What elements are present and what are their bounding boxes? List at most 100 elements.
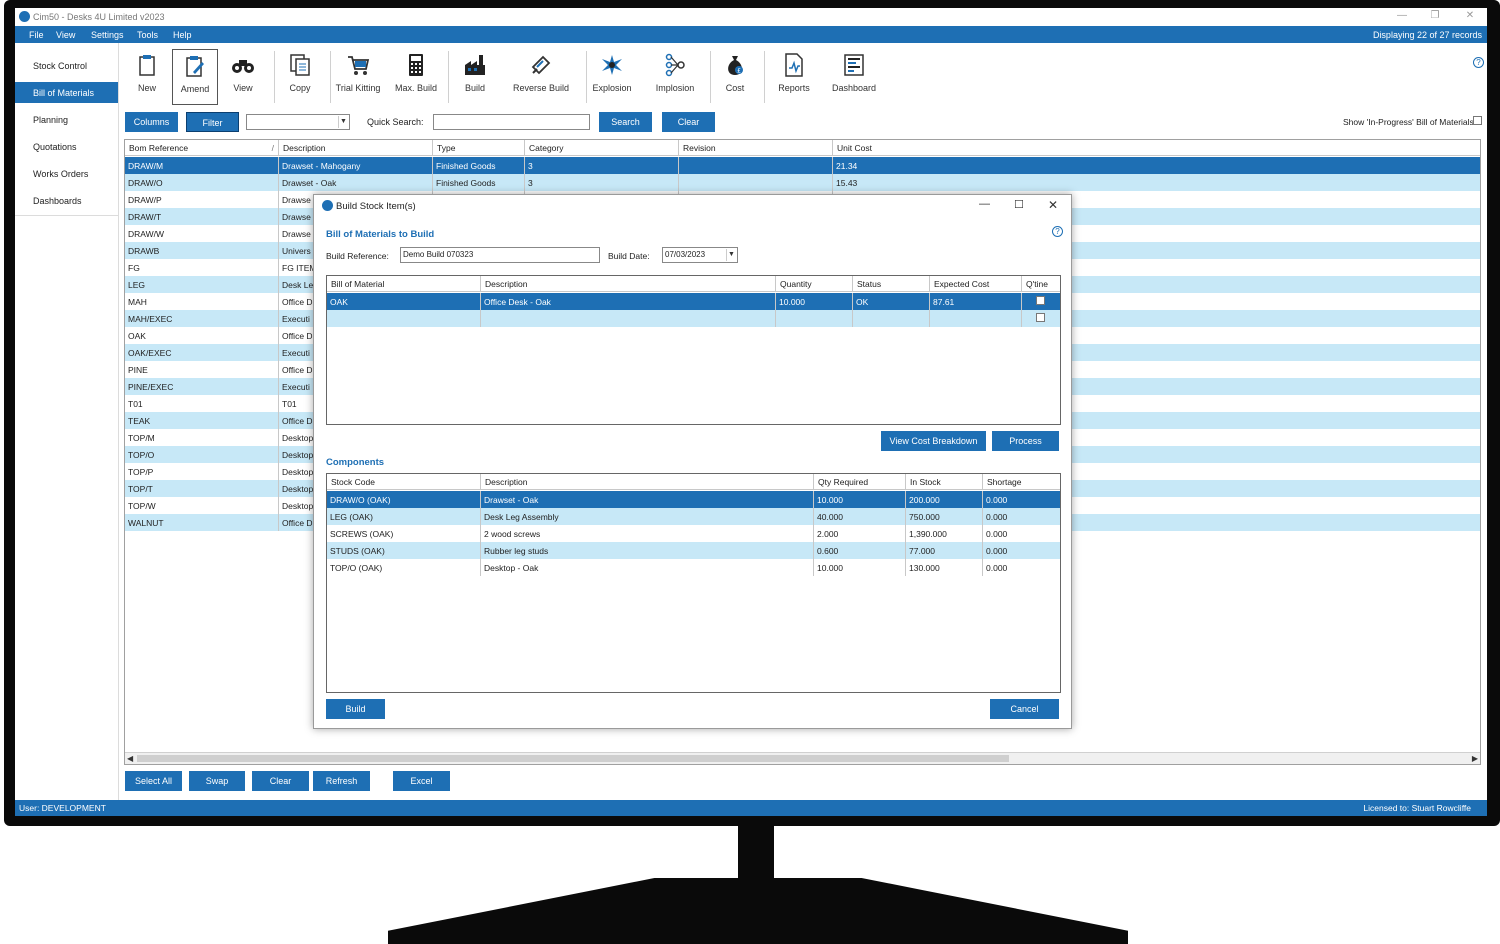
- table-row[interactable]: DRAW/O Drawset - Oak Finished Goods 3 15.43: [125, 174, 1480, 191]
- cancel-button[interactable]: Cancel: [990, 699, 1059, 719]
- sidebar-item-works-orders[interactable]: Works Orders: [15, 163, 118, 184]
- horizontal-scrollbar[interactable]: ◀ ▶: [125, 752, 1480, 764]
- col-description[interactable]: Description: [481, 474, 814, 490]
- menu-tools[interactable]: Tools: [137, 30, 158, 40]
- sidebar-item-stock-control[interactable]: Stock Control: [15, 55, 118, 76]
- quarantine-checkbox[interactable]: [1036, 313, 1045, 322]
- reverse-build-button[interactable]: Reverse Build: [512, 49, 570, 105]
- refresh-button[interactable]: Refresh: [313, 771, 370, 791]
- new-label: New: [137, 83, 156, 93]
- sidebar-item-quotations[interactable]: Quotations: [15, 136, 118, 157]
- amend-button[interactable]: Amend: [172, 49, 218, 105]
- dialog-help-icon[interactable]: ?: [1052, 226, 1063, 237]
- dialog-minimize-button[interactable]: —: [979, 198, 990, 210]
- grid-cell: PINE: [125, 361, 279, 378]
- col-description[interactable]: Description: [481, 276, 776, 292]
- scroll-right-icon[interactable]: ▶: [1472, 754, 1478, 763]
- build-reference-input[interactable]: Demo Build 070323: [400, 247, 600, 263]
- grid-cell: 0.000: [986, 495, 1008, 505]
- dashboard-button[interactable]: Dashboard: [826, 49, 882, 105]
- minimize-button[interactable]: —: [1395, 10, 1409, 22]
- quick-search-input[interactable]: [433, 114, 590, 130]
- dialog-close-button[interactable]: ✕: [1048, 198, 1058, 212]
- col-status[interactable]: Status: [853, 276, 930, 292]
- col-stock-code[interactable]: Stock Code: [327, 474, 481, 490]
- grid-cell: [930, 310, 1022, 327]
- col-description[interactable]: Description: [279, 140, 433, 156]
- status-licensed: Licensed to: Stuart Rowcliffe: [1363, 803, 1471, 813]
- grid-cell: [481, 310, 776, 327]
- status-user: User: DEVELOPMENT: [19, 803, 106, 813]
- col-in-stock[interactable]: In Stock: [906, 474, 983, 490]
- grid-cell: OK: [853, 293, 930, 310]
- build-confirm-button[interactable]: Build: [326, 699, 385, 719]
- col-bill-of-material[interactable]: Bill of Material: [327, 276, 481, 292]
- col-quantity[interactable]: Quantity: [776, 276, 853, 292]
- col-type[interactable]: Type: [433, 140, 525, 156]
- build-button[interactable]: Build: [460, 49, 490, 105]
- grid-cell: STUDS (OAK): [327, 542, 481, 559]
- scroll-left-icon[interactable]: ◀: [127, 754, 133, 763]
- filter-bar: Columns Filter ▼ Quick Search: Search Cl…: [120, 111, 1486, 135]
- col-qtine[interactable]: Q'tine: [1022, 276, 1060, 292]
- grid-cell: Finished Goods: [433, 157, 525, 174]
- col-unit-cost[interactable]: Unit Cost: [833, 140, 1480, 156]
- grid-cell: 0.000: [986, 563, 1008, 573]
- dialog-title: Build Stock Item(s): [336, 201, 416, 212]
- help-icon[interactable]: ?: [1473, 57, 1484, 68]
- col-category[interactable]: Category: [525, 140, 679, 156]
- quarantine-checkbox[interactable]: [1036, 296, 1045, 305]
- clear-button[interactable]: Clear: [252, 771, 309, 791]
- build-date-picker[interactable]: 07/03/2023 ▼: [662, 247, 738, 263]
- col-bom-reference[interactable]: Bom Reference /: [125, 140, 279, 156]
- table-row[interactable]: STUDS (OAK) Rubber leg studs 0.600 77.000 0.…: [327, 542, 1060, 559]
- filter-button[interactable]: Filter: [186, 112, 239, 132]
- table-row[interactable]: LEG (OAK) Desk Leg Assembly 40.000 750.000 0…: [327, 508, 1060, 525]
- table-row[interactable]: OAK Office Desk - Oak 10.000 OK 87.61: [327, 293, 1060, 310]
- swap-button[interactable]: Swap: [189, 771, 245, 791]
- copy-button[interactable]: Copy: [284, 49, 316, 105]
- dialog-maximize-button[interactable]: ☐: [1014, 198, 1024, 211]
- menu-help[interactable]: Help: [173, 30, 192, 40]
- sidebar-item-dashboards[interactable]: Dashboards: [15, 190, 118, 211]
- sidebar-item-planning[interactable]: Planning: [15, 109, 118, 130]
- view-cost-breakdown-button[interactable]: View Cost Breakdown: [881, 431, 986, 451]
- scrollbar-thumb[interactable]: [137, 755, 1009, 762]
- col-qty-required[interactable]: Qty Required: [814, 474, 906, 490]
- close-window-button[interactable]: ✕: [1463, 10, 1477, 22]
- select-all-button[interactable]: Select All: [125, 771, 182, 791]
- columns-button[interactable]: Columns: [125, 112, 178, 132]
- sidebar-item-bill-of-materials[interactable]: Bill of Materials: [15, 82, 118, 103]
- show-in-progress-checkbox[interactable]: [1473, 116, 1482, 125]
- search-button[interactable]: Search: [599, 112, 652, 132]
- table-row[interactable]: DRAW/O (OAK) Drawset - Oak 10.000 200.000 0.…: [327, 491, 1060, 508]
- menu-settings[interactable]: Settings: [91, 30, 124, 40]
- clear-search-button[interactable]: Clear: [662, 112, 715, 132]
- menu-view[interactable]: View: [56, 30, 75, 40]
- table-row[interactable]: SCREWS (OAK) 2 wood screws 2.000 1,390.000 0…: [327, 525, 1060, 542]
- col-revision[interactable]: Revision: [679, 140, 833, 156]
- view-button[interactable]: View: [228, 49, 258, 105]
- table-row[interactable]: TOP/O (OAK) Desktop - Oak 10.000 130.000 0.0…: [327, 559, 1060, 576]
- implosion-button[interactable]: Implosion: [652, 49, 698, 105]
- cost-button[interactable]: £ Cost: [720, 49, 750, 105]
- reports-button[interactable]: Reports: [774, 49, 814, 105]
- process-button[interactable]: Process: [992, 431, 1059, 451]
- explosion-button[interactable]: Explosion: [592, 49, 632, 105]
- col-shortage[interactable]: Shortage: [983, 474, 1060, 490]
- restore-button[interactable]: ❐: [1428, 10, 1442, 22]
- trial-kitting-button[interactable]: Trial Kitting: [334, 49, 382, 105]
- components-header: Stock Code Description Qty Required In S…: [327, 474, 1060, 490]
- table-row[interactable]: [327, 310, 1060, 327]
- filter-dropdown[interactable]: ▼: [246, 114, 350, 130]
- grid-cell: 750.000: [906, 508, 983, 525]
- new-button[interactable]: New: [132, 49, 162, 105]
- max-build-button[interactable]: Max. Build: [392, 49, 440, 105]
- build-reference-label: Build Reference:: [326, 251, 389, 261]
- col-expected-cost[interactable]: Expected Cost: [930, 276, 1022, 292]
- grid-cell: 40.000: [814, 508, 906, 525]
- table-row[interactable]: DRAW/M Drawset - Mahogany Finished Goods 3 2…: [125, 157, 1480, 174]
- sort-indicator-icon: /: [271, 143, 274, 153]
- excel-button[interactable]: Excel: [393, 771, 450, 791]
- menu-file[interactable]: File: [29, 30, 44, 40]
